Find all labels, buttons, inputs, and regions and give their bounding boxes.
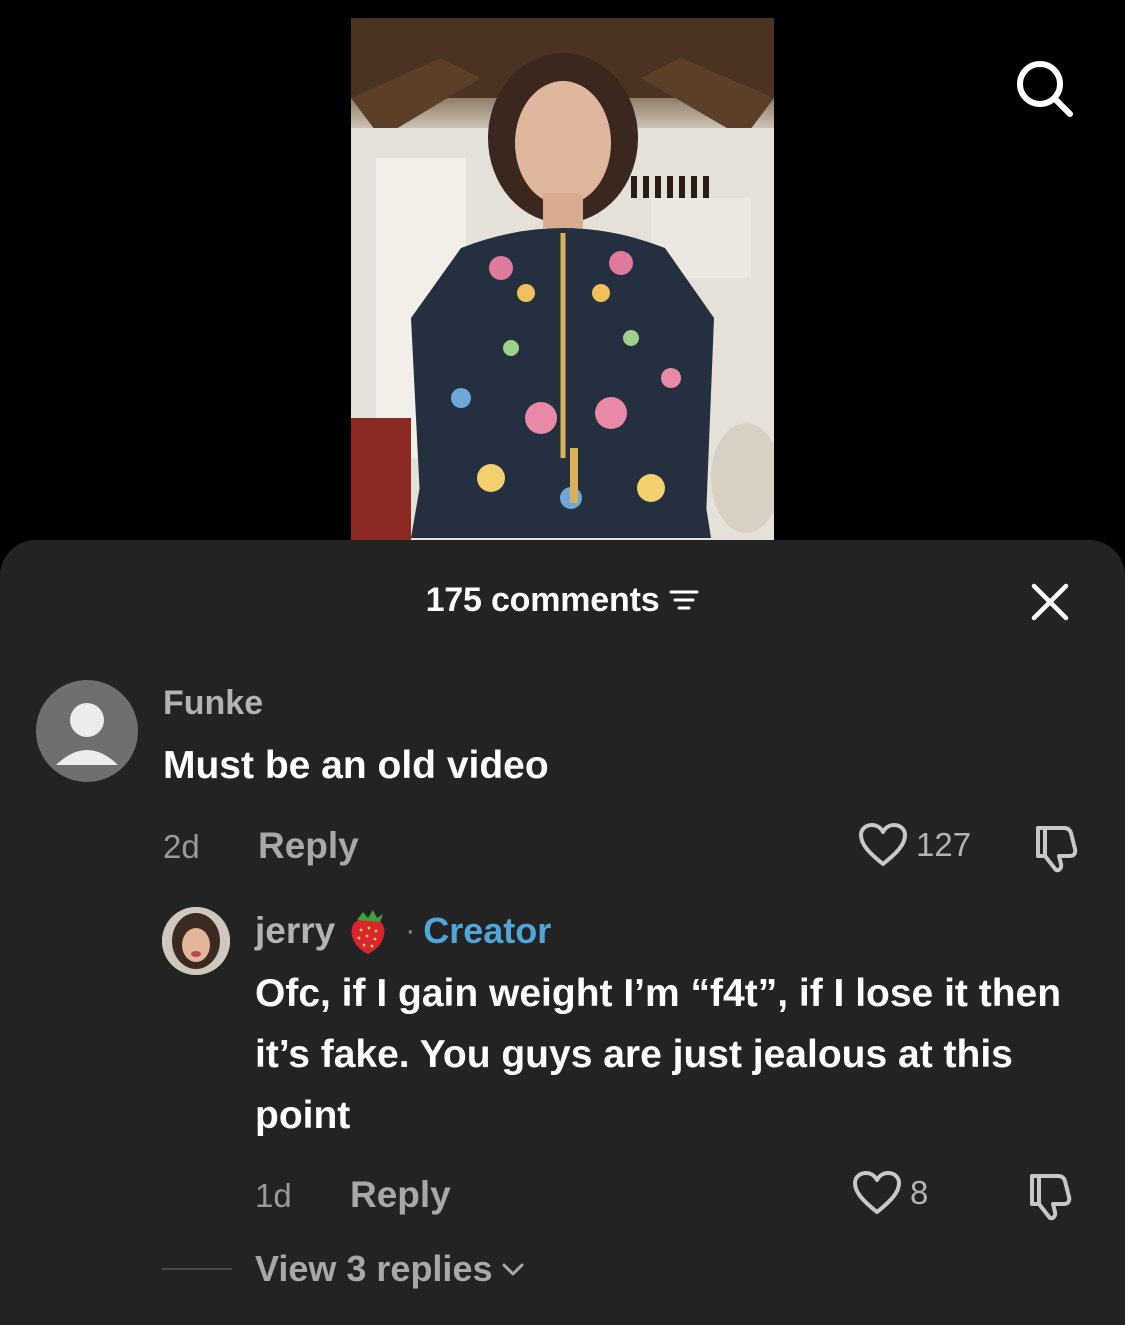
like-count: 8 (910, 1174, 929, 1211)
chevron-down-icon (500, 1260, 526, 1278)
comments-header: 175 comments (0, 575, 1125, 625)
close-icon (1031, 583, 1069, 621)
video-frame-illustration (351, 18, 774, 548)
dislike-button[interactable] (1024, 1170, 1076, 1227)
video-thumbnail[interactable] (351, 18, 774, 548)
creator-avatar[interactable] (162, 907, 230, 975)
creator-badge: Creator (423, 910, 552, 951)
default-avatar-icon (56, 703, 118, 765)
view-replies-button[interactable]: View 3 replies (255, 1248, 526, 1290)
dislike-icon (1036, 826, 1078, 873)
reply-button[interactable]: Reply (258, 825, 359, 867)
filter-icon (669, 587, 699, 613)
search-icon (1017, 61, 1073, 117)
view-replies-label: View 3 replies (255, 1248, 493, 1289)
comment-timestamp: 2d (163, 828, 200, 865)
like-button[interactable]: 127 (858, 822, 971, 868)
heart-icon (859, 823, 907, 866)
creator-header: jerry · Creator (255, 908, 551, 954)
comment-timestamp: 1d (255, 1177, 292, 1214)
like-count: 127 (916, 826, 972, 863)
close-button[interactable] (1022, 574, 1078, 630)
comment-username[interactable]: Funke (163, 684, 263, 723)
comment-text: Ofc, if I gain weight I’m “f4t”, if I lo… (255, 972, 1062, 1137)
creator-avatar-photo (162, 907, 230, 975)
comment-text: Must be an old video (163, 744, 549, 787)
like-button[interactable]: 8 (852, 1170, 928, 1216)
strawberry-icon (345, 906, 391, 956)
comments-count-label: 175 comments (425, 580, 660, 619)
avatar[interactable] (36, 680, 138, 782)
video-player[interactable] (0, 0, 1125, 560)
heart-icon (853, 1171, 901, 1214)
separator-dot: · (405, 914, 416, 947)
dislike-button[interactable] (1030, 822, 1082, 879)
comment-username[interactable]: jerry (255, 910, 335, 952)
replies-divider (162, 1268, 232, 1270)
search-button[interactable] (1008, 52, 1080, 124)
comments-count-sort[interactable]: 175 comments (426, 581, 700, 620)
dislike-icon (1030, 1174, 1072, 1221)
reply-button[interactable]: Reply (350, 1174, 451, 1216)
